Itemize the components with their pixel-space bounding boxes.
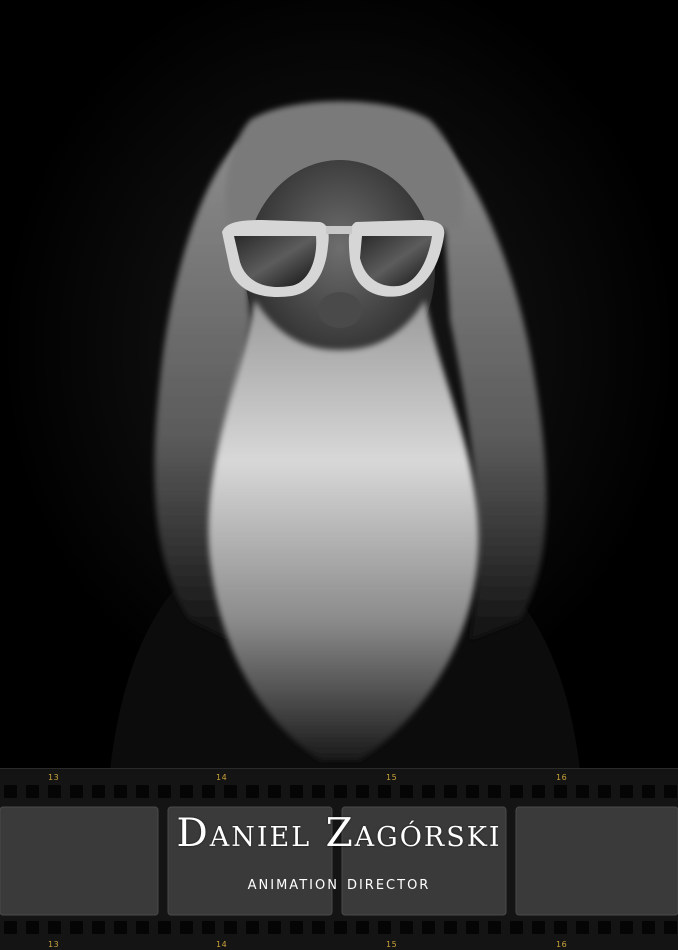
frame-number-top: 14 bbox=[216, 773, 228, 782]
person-role: Animation Director bbox=[247, 872, 431, 894]
frame-number-top: 13 bbox=[48, 773, 60, 782]
film-strip-banner: 13 14 15 16 13 14 15 16 Daniel Zagórski … bbox=[0, 768, 678, 950]
frame-number-bottom: 13 bbox=[48, 940, 60, 949]
person-name: Daniel Zagórski bbox=[176, 811, 502, 856]
frame-number-top: 15 bbox=[386, 773, 398, 782]
frame-number-bottom: 16 bbox=[556, 940, 568, 949]
frame-number-top: 16 bbox=[556, 773, 568, 782]
frame-number-bottom: 15 bbox=[386, 940, 398, 949]
poster: 13 14 15 16 13 14 15 16 Daniel Zagórski … bbox=[0, 0, 678, 950]
film-strip-graphic bbox=[0, 769, 678, 950]
portrait-photo bbox=[0, 0, 678, 770]
frame-number-bottom: 14 bbox=[216, 940, 228, 949]
